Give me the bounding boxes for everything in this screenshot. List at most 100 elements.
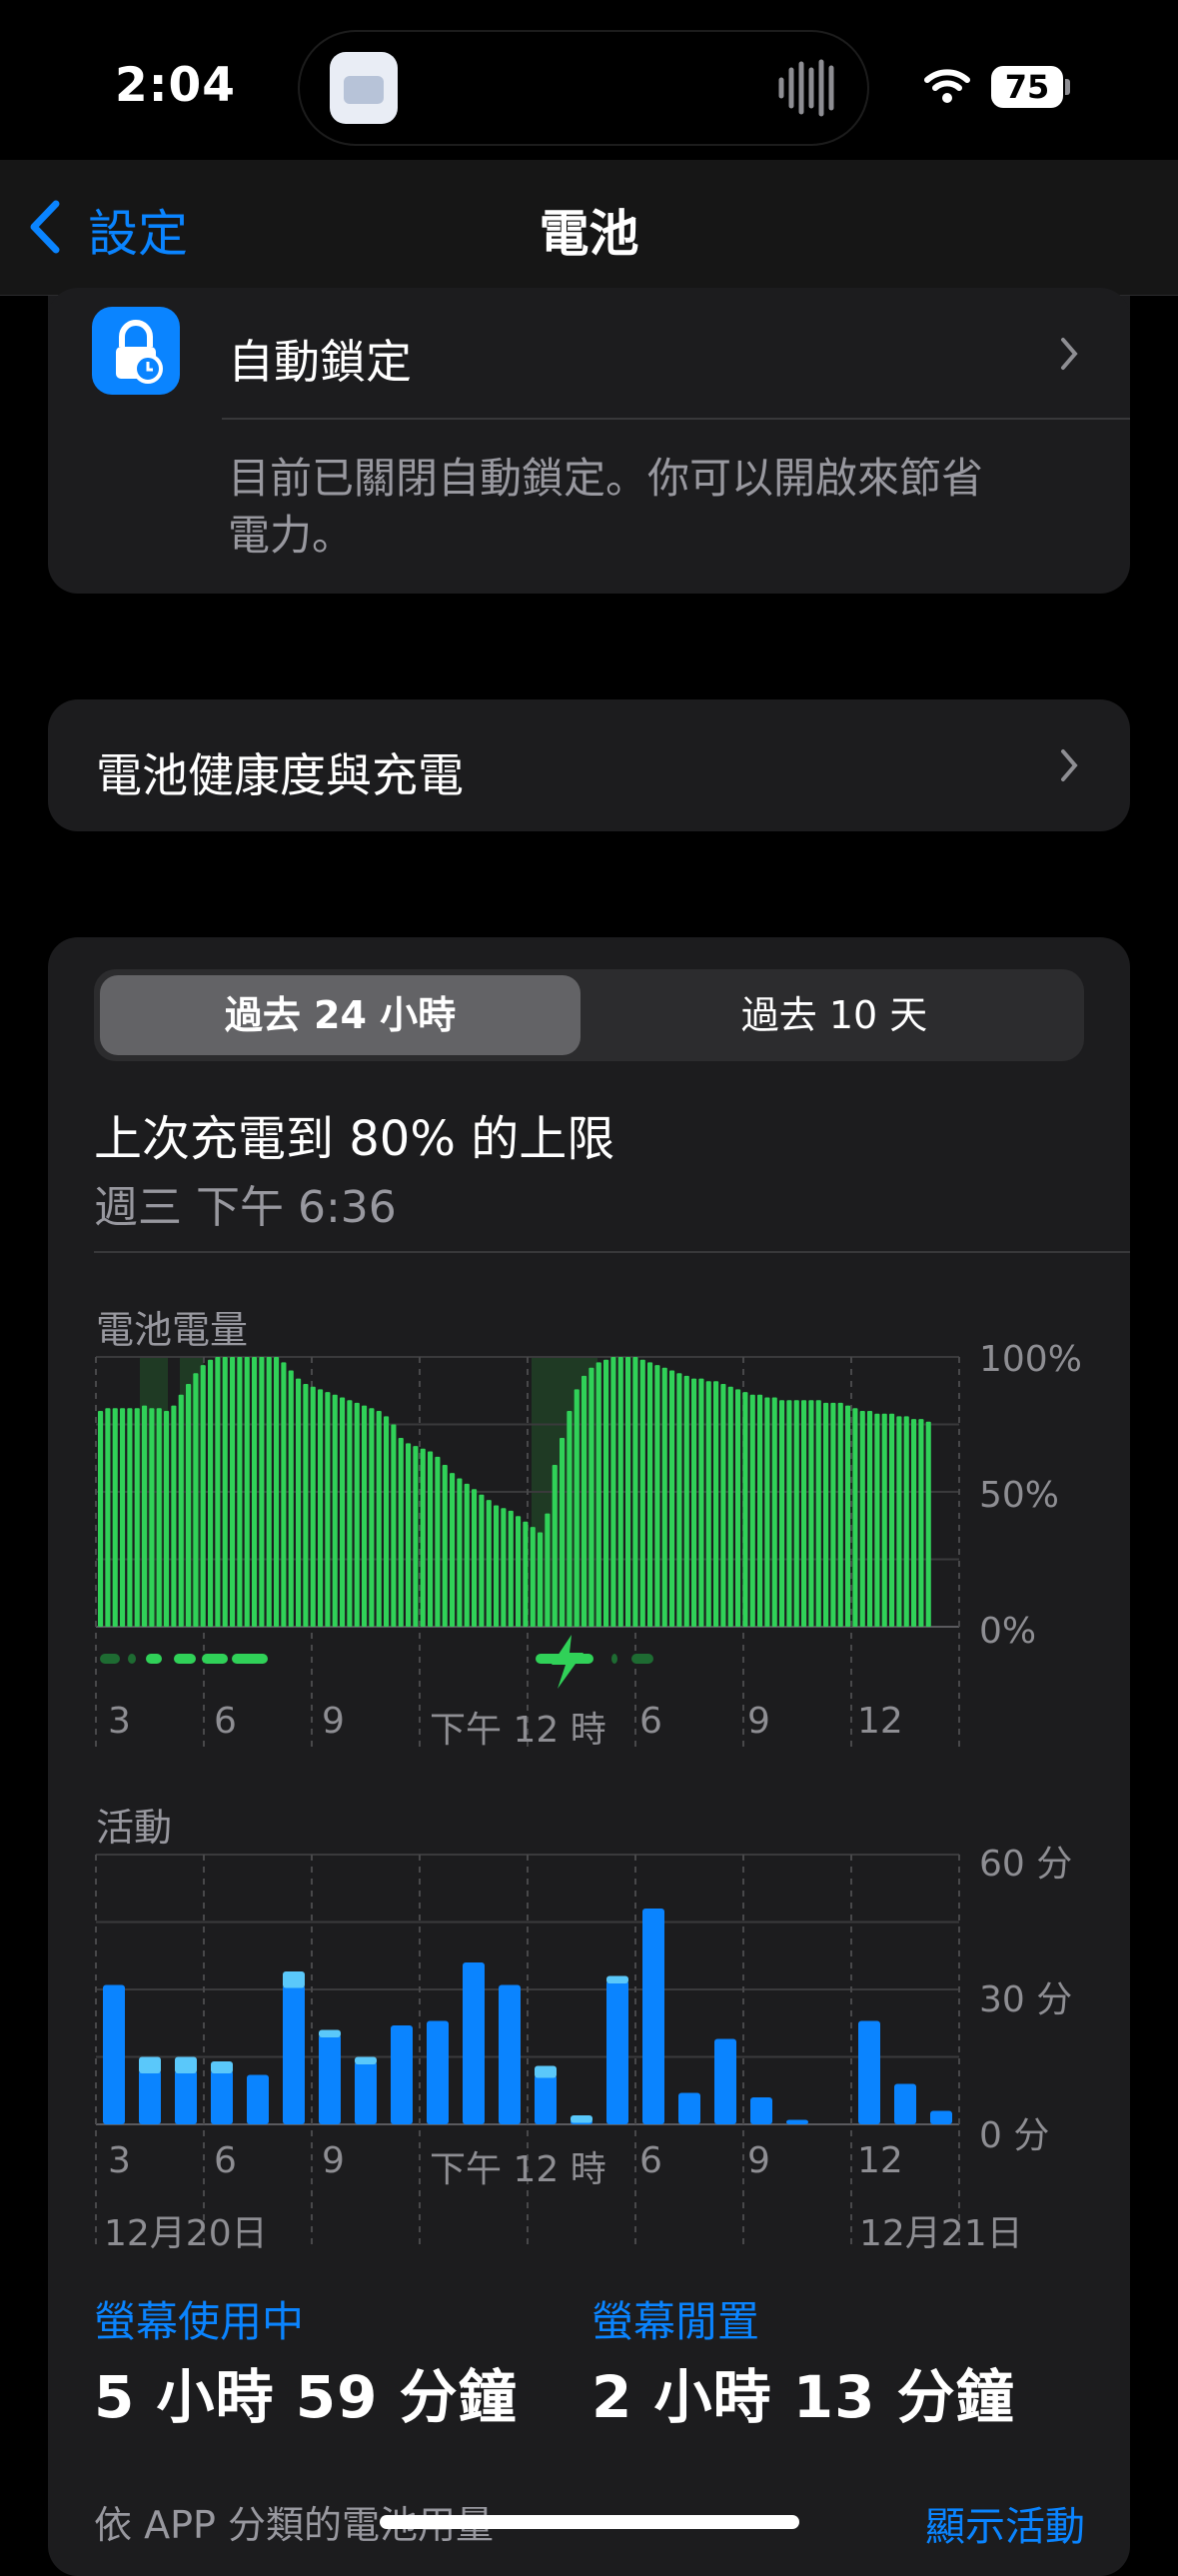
screen-idle-bar — [355, 2056, 377, 2064]
battery-level-bar — [230, 1357, 236, 1627]
charging-indicator-segment — [100, 1654, 120, 1664]
charging-indicator-segment — [202, 1654, 228, 1664]
battery-level-bar — [420, 1448, 426, 1627]
battery-level-bar — [164, 1411, 170, 1627]
live-activity-app-icon — [330, 52, 398, 124]
battery-level-bar — [823, 1402, 829, 1627]
battery-level-bar — [589, 1367, 594, 1627]
charging-indicator-segment — [146, 1654, 162, 1664]
divider — [94, 1251, 1130, 1253]
screen-active-bar — [786, 2119, 808, 2124]
battery-level-bar — [516, 1516, 522, 1627]
battery-level-bar — [215, 1357, 221, 1627]
battery-level-bar — [362, 1405, 368, 1627]
battery-x-tick: 6 — [214, 1701, 237, 1742]
divider — [222, 418, 1130, 420]
screen-active-bar — [606, 1980, 628, 2124]
battery-level-bar — [735, 1389, 741, 1627]
battery-level-bar — [654, 1365, 660, 1627]
screen-active-bar — [499, 1984, 521, 2124]
battery-level-bar — [472, 1489, 478, 1627]
battery-level-bar — [281, 1362, 287, 1627]
battery-level-bar — [354, 1402, 360, 1627]
battery-level-bar — [749, 1394, 755, 1627]
lock-clock-icon — [92, 307, 180, 395]
battery-level-bar — [625, 1357, 631, 1627]
auto-lock-label[interactable]: 自動鎖定 — [228, 326, 412, 392]
battery-level-bar — [266, 1357, 272, 1627]
battery-level-bar — [632, 1357, 638, 1627]
screen-active-bar — [319, 2034, 341, 2124]
battery-level-bar — [398, 1438, 404, 1627]
screen-idle-bar — [606, 1975, 628, 1983]
screen-active-bar — [463, 1962, 485, 2124]
screen-active-bar — [750, 2097, 772, 2124]
battery-level-bar — [603, 1359, 609, 1627]
audio-waveform-icon — [778, 59, 834, 117]
battery-health-label[interactable]: 電池健康度與充電 — [96, 739, 464, 805]
battery-level-bar — [464, 1483, 470, 1627]
screen-active-bar — [894, 2083, 916, 2124]
screen-idle-bar — [175, 2056, 197, 2073]
battery-level-bar — [530, 1527, 536, 1627]
battery-level-bar — [538, 1532, 544, 1627]
chevron-right-icon[interactable] — [1059, 336, 1079, 372]
battery-level-bar — [889, 1413, 895, 1627]
battery-level: 75 — [991, 66, 1063, 108]
screen-active-bar — [391, 2025, 413, 2124]
segment-last-24-hours[interactable]: 過去 24 小時 — [100, 975, 581, 1055]
screen-active-value: 5 小時 59 分鐘 — [94, 2363, 518, 2431]
battery-level-bar — [457, 1478, 463, 1627]
screen-active-bar — [355, 2061, 377, 2124]
screen-idle-bar — [535, 2065, 557, 2078]
battery-level-bar — [274, 1357, 280, 1627]
battery-level-bar — [310, 1386, 316, 1627]
screen-idle-bar — [319, 2029, 341, 2037]
battery-level-bar — [259, 1357, 265, 1627]
screen-active-bar — [139, 2070, 161, 2124]
screen-active-bar — [678, 2092, 700, 2124]
battery-level-bar — [178, 1394, 184, 1627]
battery-x-tick: 9 — [322, 1701, 345, 1742]
battery-level-bar — [237, 1357, 243, 1627]
battery-level-bar — [661, 1367, 667, 1627]
screen-active-bar — [930, 2110, 952, 2124]
battery-level-bar — [867, 1411, 873, 1627]
show-activity-button[interactable]: 顯示活動 — [925, 2494, 1085, 2552]
screen-active-bar — [283, 1984, 305, 2124]
battery-level-bar — [552, 1465, 558, 1627]
battery-level-bar — [98, 1411, 104, 1627]
battery-level-bar — [369, 1408, 375, 1627]
battery-level-bar — [896, 1416, 902, 1627]
battery-level-bar — [142, 1405, 148, 1627]
battery-level-bar — [442, 1465, 448, 1627]
chevron-right-icon[interactable] — [1059, 747, 1079, 783]
battery-level-bar — [376, 1411, 382, 1627]
charging-indicator-segment — [232, 1654, 268, 1664]
auto-lock-description-line1: 目前已關閉自動鎖定。你可以開啟來節省 — [228, 454, 984, 503]
battery-level-bar — [208, 1359, 214, 1627]
battery-level-bar — [450, 1473, 456, 1627]
battery-level-bar — [340, 1397, 346, 1627]
battery-x-tick: 下午 12 時 — [430, 1710, 606, 1751]
battery-level-bar — [120, 1408, 126, 1627]
battery-level-bar — [494, 1505, 500, 1627]
charging-indicator-segment — [631, 1654, 653, 1664]
battery-level-bar — [288, 1370, 294, 1627]
battery-level-bar — [647, 1362, 653, 1627]
battery-level-bar — [808, 1400, 814, 1627]
battery-level-bar — [742, 1392, 748, 1627]
battery-level-bar — [779, 1400, 785, 1627]
battery-level-bar — [757, 1394, 763, 1627]
battery-level-bar — [545, 1513, 551, 1627]
screen-active-bar — [103, 1984, 125, 2124]
screen-idle-bar — [571, 2115, 592, 2123]
battery-level-bar — [911, 1419, 917, 1627]
battery-level-bar — [617, 1357, 623, 1627]
segment-last-10-days[interactable]: 過去 10 天 — [589, 975, 1079, 1055]
battery-level-bar — [691, 1378, 697, 1627]
home-indicator[interactable] — [380, 2515, 799, 2529]
battery-level-bar — [925, 1421, 931, 1627]
battery-level-bar — [186, 1384, 192, 1627]
battery-level-bar — [582, 1375, 588, 1627]
